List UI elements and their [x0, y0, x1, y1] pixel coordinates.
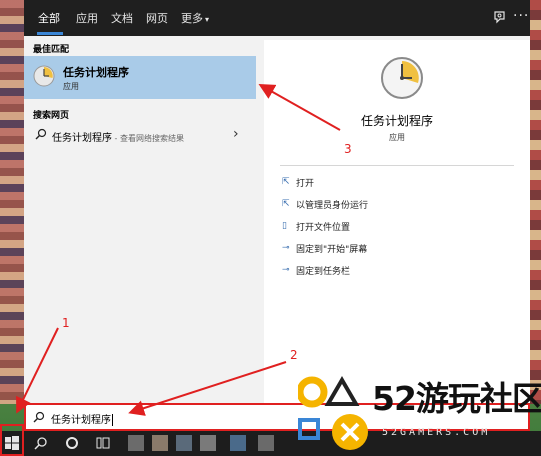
results-list: 最佳匹配 任务计划程序 应用 搜索网页 任务计划程序 - 查看网络搜索结果 › — [24, 36, 258, 404]
chevron-down-icon: ▾ — [205, 15, 210, 24]
active-tab-indicator — [37, 32, 63, 35]
action-pin-to-taskbar-label: 固定到任务栏 — [296, 267, 351, 277]
best-match-item[interactable]: 任务计划程序 应用 — [24, 56, 256, 99]
cortana-icon[interactable] — [66, 437, 78, 449]
taskbar-app-icon[interactable] — [128, 435, 144, 451]
divider — [280, 165, 514, 166]
action-open-label: 打开 — [296, 179, 315, 189]
desktop-wallpaper-left — [0, 0, 24, 404]
search-icon[interactable] — [34, 436, 48, 450]
pin-icon: ⊸ — [282, 265, 290, 275]
action-run-as-admin-label: 以管理员身份运行 — [296, 201, 369, 211]
action-pin-to-start-label: 固定到"开始"屏幕 — [296, 245, 368, 255]
start-button-highlight — [0, 424, 24, 456]
file-location-icon: ▯ — [282, 221, 287, 231]
tab-documents[interactable]: 文档 — [111, 10, 133, 26]
start-search-panel: 全部 应用 文档 网页 更多▾ ··· 最佳匹配 任务计划程序 应用 搜索网页 — [24, 0, 530, 404]
task-scheduler-clock-icon — [381, 57, 423, 99]
taskbar-app-icon[interactable] — [152, 435, 168, 451]
tab-all[interactable]: 全部 — [38, 10, 60, 26]
tab-apps[interactable]: 应用 — [76, 10, 98, 26]
watermark-text: 52游玩社区 — [372, 379, 541, 418]
tab-more-label: 更多 — [181, 12, 203, 25]
search-icon — [35, 128, 47, 140]
taskbar-app-icon[interactable] — [230, 435, 246, 451]
open-icon: ⇱ — [282, 177, 290, 187]
best-match-subtitle: 应用 — [63, 82, 79, 91]
search-tabs-bar: 全部 应用 文档 网页 更多 ▾ ··· — [24, 0, 530, 36]
app-detail-pane: 任务计划程序 应用 ⇱ 打开 ⇱ 以管理员身份运行 ▯ 打开文件位置 ⊸ 固定到… — [264, 40, 530, 404]
annotation-number-3: 3 — [344, 142, 352, 156]
tab-web[interactable]: 网页 — [146, 10, 168, 26]
task-scheduler-clock-icon — [33, 65, 55, 87]
taskbar-app-icon[interactable] — [176, 435, 192, 451]
watermark-subtext: 52GAMERS.COM — [382, 427, 491, 438]
desktop-wallpaper-right — [530, 0, 541, 404]
best-match-header: 最佳匹配 — [33, 45, 70, 55]
more-options-icon[interactable]: ··· — [513, 8, 529, 24]
web-search-header: 搜索网页 — [33, 111, 70, 121]
app-detail-subtitle: 应用 — [389, 133, 405, 142]
pin-icon: ⊸ — [282, 243, 290, 253]
taskbar-app-icon[interactable] — [258, 435, 274, 451]
annotation-number-2: 2 — [290, 348, 298, 362]
best-match-title: 任务计划程序 — [63, 66, 129, 79]
web-search-query: 任务计划程序 — [52, 133, 112, 144]
web-search-hint: - 查看网络搜索结果 — [112, 134, 184, 143]
task-view-icon[interactable] — [96, 437, 110, 449]
feedback-icon[interactable] — [493, 10, 507, 24]
chevron-right-icon[interactable]: › — [233, 126, 239, 142]
action-open-file-location-label: 打开文件位置 — [296, 223, 351, 233]
run-as-admin-icon: ⇱ — [282, 199, 290, 209]
app-detail-title: 任务计划程序 — [360, 114, 433, 128]
taskbar-app-icon[interactable] — [200, 435, 216, 451]
web-search-item[interactable]: 任务计划程序 - 查看网络搜索结果 › — [24, 126, 256, 148]
annotation-number-1: 1 — [62, 316, 70, 330]
web-search-text: 任务计划程序 - 查看网络搜索结果 — [52, 129, 184, 144]
tab-more[interactable]: 更多 ▾ — [181, 10, 209, 26]
